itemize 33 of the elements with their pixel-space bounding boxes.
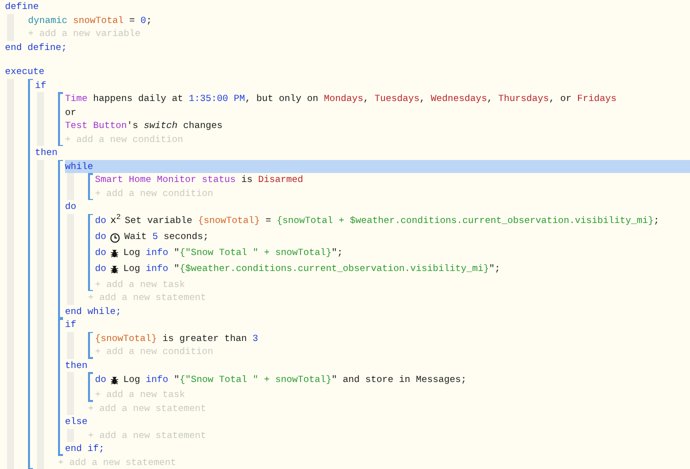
task-text[interactable]: Log info "{"Snow Total " + snowTotal}";: [123, 246, 343, 261]
keyword-line[interactable]: else: [65, 415, 690, 428]
code-line[interactable]: Time happens daily at 1:35:00 PM, but only on Mondays, Tuesdays, Wednesdays, Thursdays, or Fridays: [65, 92, 690, 106]
variable-symbol: x$^{2}$: [110, 214, 121, 229]
bug-icon: [110, 249, 120, 258]
task-keyword[interactable]: do: [95, 214, 106, 229]
task-keyword[interactable]: do: [95, 262, 106, 277]
keyword-line[interactable]: end if;: [65, 442, 690, 456]
keyword-line[interactable]: end while;: [65, 304, 690, 318]
code-line[interactable]: Smart Home Monitor status is Disarmed: [95, 173, 690, 186]
code-line[interactable]: {snowTotal} is greater than 3: [95, 332, 690, 345]
bug-icon: [110, 265, 120, 274]
keyword-line[interactable]: if: [65, 318, 690, 332]
task-text[interactable]: Wait 5 seconds;: [124, 230, 209, 245]
keyword-line[interactable]: do: [65, 200, 690, 214]
keyword-line[interactable]: then: [35, 146, 690, 160]
keyword-line[interactable]: if: [35, 78, 690, 92]
keyword-line[interactable]: execute: [5, 65, 690, 78]
indent-guide: [67, 173, 74, 200]
task-text[interactable]: Set variable {snowTotal} = {snowTotal + $weather.conditions.current_observation.visibility_mi};: [124, 214, 660, 229]
task-text[interactable]: Log info "{"Snow Total " + snowTotal}" and store in Messages;: [123, 372, 466, 388]
keyword-line[interactable]: end define;: [5, 40, 690, 54]
code-line[interactable]: dynamic snowTotal = 0;: [28, 14, 690, 27]
code-line[interactable]: Test Button's switch changes: [65, 119, 690, 132]
task-keyword[interactable]: do: [95, 230, 106, 245]
clock-icon: [110, 232, 120, 242]
task-text[interactable]: Log info "{$weather.conditions.current_observation.visibility_mi}";: [123, 262, 500, 277]
task-keyword[interactable]: do: [95, 246, 106, 261]
keyword-line[interactable]: then: [65, 358, 690, 372]
bug-icon: [110, 376, 120, 384]
task-keyword[interactable]: do: [95, 372, 106, 388]
code-line[interactable]: or: [65, 106, 690, 119]
keyword-line[interactable]: define: [5, 0, 690, 14]
